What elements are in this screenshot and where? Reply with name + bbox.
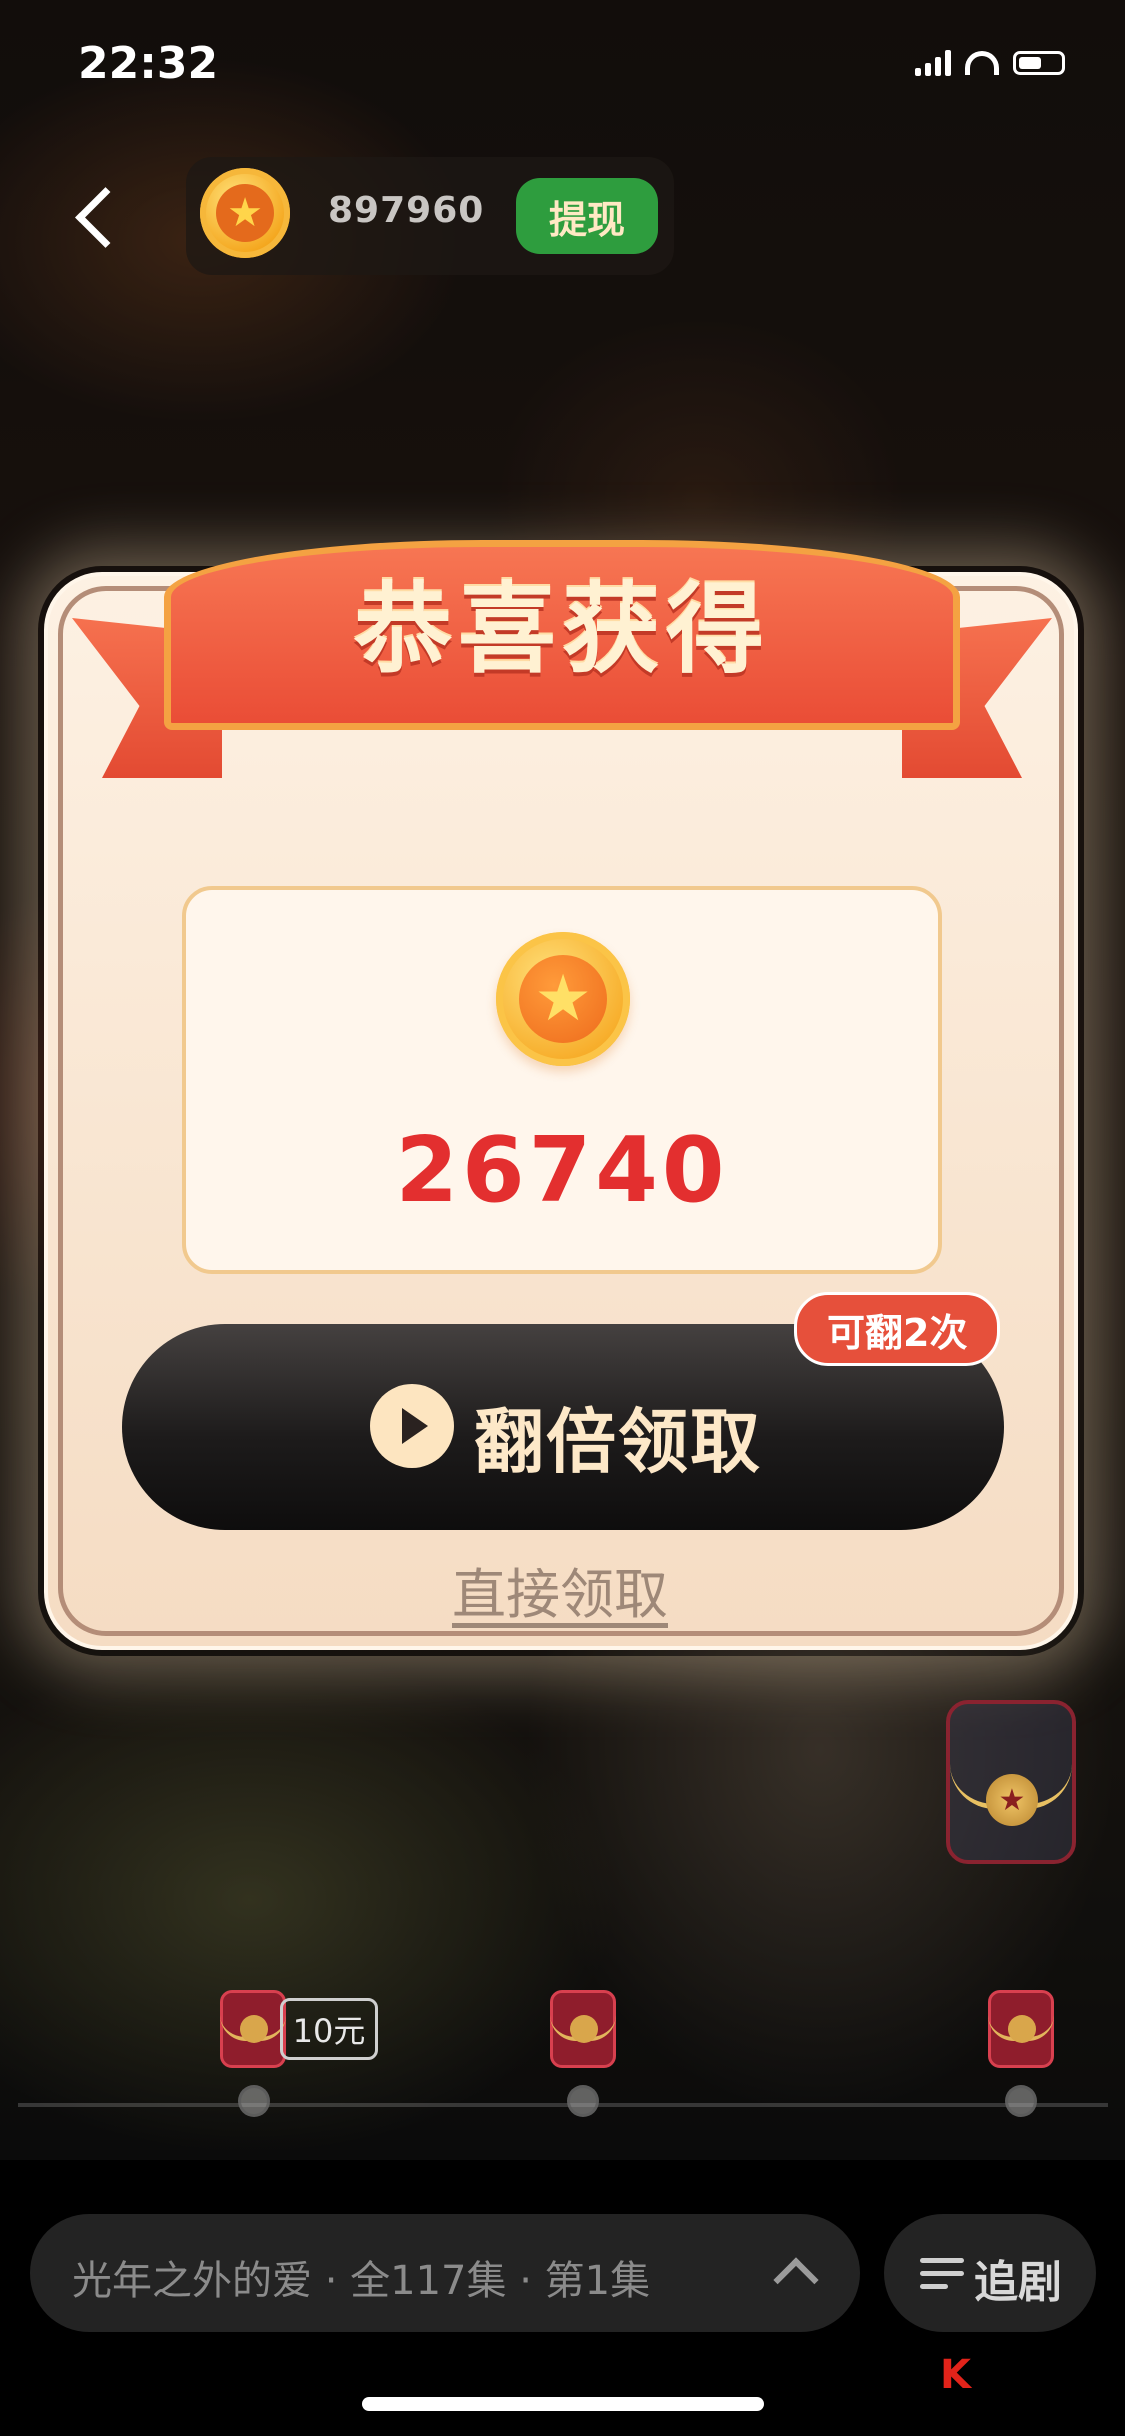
star-coin-icon: ★ [496, 932, 630, 1066]
progress-node[interactable] [567, 2085, 599, 2117]
double-claim-label: 翻倍领取 [474, 1401, 762, 1483]
watermark: K [940, 2352, 979, 2398]
star-coin-icon: ★ [200, 168, 290, 258]
progress-node[interactable] [1005, 2085, 1037, 2117]
follow-series-label: 追剧 [974, 2257, 1062, 2308]
signal-icon [915, 50, 951, 76]
flip-count-badge: 可翻2次 [794, 1292, 1001, 1366]
battery-icon [1013, 51, 1065, 75]
reward-amount-tag: 10元 [280, 1998, 378, 2060]
withdraw-button[interactable]: 提现 [516, 178, 658, 254]
home-indicator[interactable] [362, 2397, 764, 2411]
red-envelope-widget[interactable]: ★ [946, 1700, 1076, 1864]
red-envelope-icon[interactable] [220, 1990, 286, 2068]
red-envelope-icon[interactable] [550, 1990, 616, 2068]
reward-amount: 26740 [395, 1118, 729, 1223]
red-envelope-icon[interactable] [988, 1990, 1054, 2068]
modal-title: 恭喜获得 [353, 573, 770, 687]
coin-balance: 897960 [328, 190, 485, 231]
watermark-logo: K [940, 2352, 971, 2398]
wifi-icon [965, 51, 999, 75]
direct-claim-link[interactable]: 直接领取 [452, 1550, 668, 1629]
status-time: 22:32 [78, 38, 219, 89]
progress-track[interactable] [18, 2103, 1108, 2107]
star-coin-icon: ★ [986, 1774, 1038, 1826]
back-button[interactable] [70, 178, 120, 258]
play-icon [370, 1384, 454, 1468]
status-icons [915, 50, 1065, 76]
progress-node[interactable] [238, 2085, 270, 2117]
playlist-add-icon [920, 2258, 970, 2292]
series-title: 光年之外的爱 · 全117集 · 第1集 [72, 2258, 651, 2304]
